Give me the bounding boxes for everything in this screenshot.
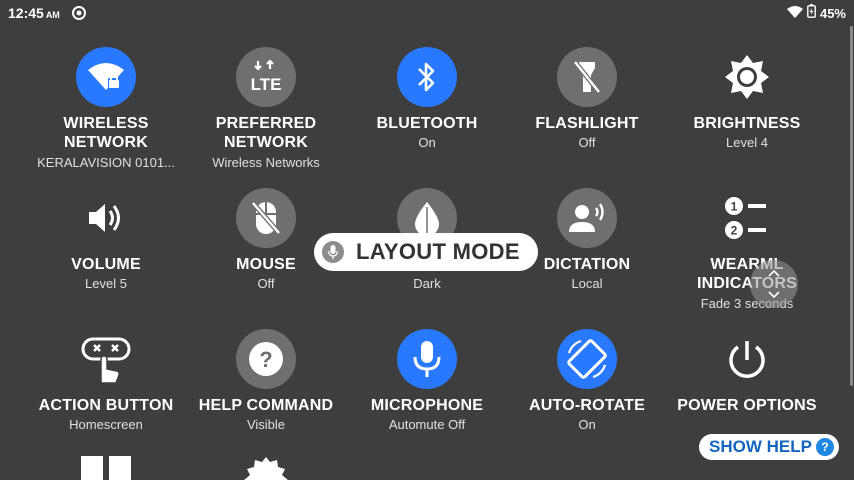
wifi-signal-icon bbox=[786, 5, 803, 23]
tile-status: Off bbox=[578, 135, 596, 150]
tile-status: Off bbox=[257, 276, 275, 291]
tile-bluetooth[interactable]: BLUETOOTH On bbox=[347, 47, 507, 187]
help-icon: ? bbox=[236, 329, 296, 389]
battery-percent: 45% bbox=[819, 6, 846, 21]
clock: 12:45 bbox=[8, 5, 44, 21]
tile-label: FLASHLIGHT bbox=[535, 115, 639, 132]
tile-label: AUTO-ROTATE bbox=[529, 397, 645, 414]
mouse-off-icon bbox=[236, 188, 296, 248]
tile-status: Dark bbox=[413, 276, 441, 291]
tile-status: Automute Off bbox=[388, 417, 466, 432]
tile-status: Level 4 bbox=[726, 135, 768, 150]
tile-flashlight[interactable]: FLASHLIGHT Off bbox=[507, 47, 667, 187]
tile-status: Level 5 bbox=[85, 276, 127, 291]
tile-status: On bbox=[418, 135, 436, 150]
clock-ampm: AM bbox=[45, 10, 60, 20]
tile-label: WIRELESS NETWORK bbox=[63, 115, 149, 151]
tile-microphone[interactable]: MICROPHONE Automute Off bbox=[347, 329, 507, 469]
flashlight-off-icon bbox=[557, 47, 617, 107]
tile-wearml-indicators[interactable]: 1 2 WEARML INDICATORS Fade 3 seconds bbox=[667, 188, 827, 328]
tile-status: Homescreen bbox=[69, 417, 143, 432]
svg-text:LTE: LTE bbox=[251, 75, 282, 94]
tile-action-button[interactable]: ACTION BUTTON Homescreen bbox=[26, 329, 186, 469]
help-badge-icon: ? bbox=[816, 438, 834, 456]
volume-icon bbox=[76, 188, 136, 248]
gear-icon[interactable] bbox=[244, 457, 288, 480]
bluetooth-icon bbox=[397, 47, 457, 107]
power-icon bbox=[717, 329, 777, 389]
svg-text:?: ? bbox=[259, 347, 272, 372]
scroll-control[interactable] bbox=[750, 260, 798, 308]
tile-brightness[interactable]: BRIGHTNESS Level 4 bbox=[667, 47, 827, 187]
tile-label: WEARML INDICATORS bbox=[696, 256, 798, 292]
tile-status: Local bbox=[571, 276, 603, 291]
camera-status-icon bbox=[71, 6, 86, 20]
tile-label: VOLUME bbox=[71, 256, 141, 273]
scrollbar[interactable] bbox=[850, 26, 853, 386]
brightness-icon bbox=[717, 47, 777, 107]
svg-text:1: 1 bbox=[731, 200, 738, 214]
show-help-label: SHOW HELP bbox=[709, 437, 812, 456]
microphone-icon bbox=[397, 329, 457, 389]
scroll-arrows-icon bbox=[768, 269, 780, 299]
lte-icon: LTE bbox=[236, 47, 296, 107]
layout-mode-label: LAYOUT MODE bbox=[356, 239, 520, 264]
tile-label: BLUETOOTH bbox=[376, 115, 478, 132]
show-help-button[interactable]: SHOW HELP ? bbox=[699, 434, 839, 460]
grid-icon[interactable] bbox=[81, 456, 131, 480]
tile-label: POWER OPTIONS bbox=[677, 397, 817, 414]
tile-status: Visible bbox=[246, 417, 286, 432]
status-bar: 12:45 AM 45% bbox=[0, 0, 854, 24]
tile-label: PREFERRED NETWORK bbox=[215, 115, 317, 151]
layout-mode-pill[interactable]: LAYOUT MODE bbox=[314, 233, 538, 271]
tile-status: On bbox=[578, 417, 596, 432]
tile-help-command[interactable]: ? HELP COMMAND Visible bbox=[186, 329, 346, 469]
dictation-icon bbox=[557, 188, 617, 248]
battery-charging-icon bbox=[807, 4, 816, 23]
numbered-list-icon: 1 2 bbox=[717, 188, 777, 248]
tile-label: MICROPHONE bbox=[370, 397, 484, 414]
tile-wireless-network[interactable]: WIRELESS NETWORK KERALAVISION 0101... bbox=[26, 47, 186, 187]
auto-rotate-icon bbox=[557, 329, 617, 389]
tile-status: Fade 3 seconds bbox=[700, 296, 794, 311]
tile-status: Wireless Networks bbox=[212, 155, 320, 170]
tile-label: ACTION BUTTON bbox=[38, 397, 174, 414]
microphone-icon bbox=[322, 241, 344, 263]
wifi-lock-icon bbox=[76, 47, 136, 107]
svg-text:2: 2 bbox=[731, 224, 738, 238]
tile-label: BRIGHTNESS bbox=[693, 115, 801, 132]
tile-label: HELP COMMAND bbox=[198, 397, 334, 414]
tile-auto-rotate[interactable]: AUTO-ROTATE On bbox=[507, 329, 667, 469]
action-button-icon bbox=[76, 329, 136, 389]
tile-volume[interactable]: VOLUME Level 5 bbox=[26, 188, 186, 328]
tile-preferred-network[interactable]: LTE PREFERRED NETWORK Wireless Networks bbox=[186, 47, 346, 187]
tile-status: KERALAVISION 0101... bbox=[37, 155, 175, 170]
